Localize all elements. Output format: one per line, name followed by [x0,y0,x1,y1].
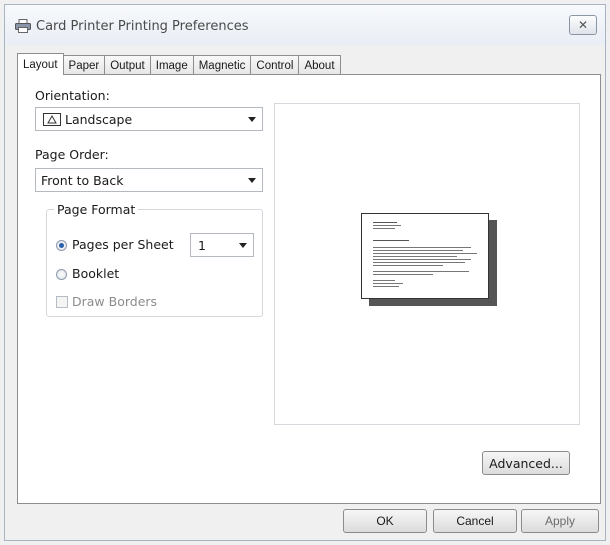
pages-per-sheet-select[interactable]: 1 [190,233,254,257]
pages-per-sheet-radio[interactable] [56,240,67,251]
orientation-select[interactable]: Landscape [35,107,263,131]
tab-strip: Layout Paper Output Image Magnetic Contr… [17,53,341,75]
close-button[interactable]: ✕ [569,15,597,35]
pages-per-sheet-value: 1 [198,238,206,253]
landscape-icon [43,113,61,126]
title-bar: Card Printer Printing Preferences ✕ [5,5,605,45]
page-preview [361,213,489,299]
tab-layout[interactable]: Layout [17,53,64,75]
advanced-button[interactable]: Advanced... [482,451,570,475]
tab-about[interactable]: About [299,55,341,75]
chevron-down-icon [248,178,256,183]
printer-icon [15,19,31,33]
pages-per-sheet-label[interactable]: Pages per Sheet [72,237,174,252]
cancel-button[interactable]: Cancel [433,509,517,533]
draw-borders-checkbox[interactable] [56,296,68,308]
page-format-title: Page Format [54,202,139,217]
window-title: Card Printer Printing Preferences [36,19,249,34]
tab-magnetic[interactable]: Magnetic [193,55,252,75]
orientation-label: Orientation: [35,88,110,103]
tab-output[interactable]: Output [105,55,151,75]
page-order-value: Front to Back [41,173,124,188]
close-icon: ✕ [577,18,589,32]
orientation-value: Landscape [65,112,133,127]
chevron-down-icon [239,243,247,248]
draw-borders-label: Draw Borders [72,294,158,309]
ok-button[interactable]: OK [343,509,427,533]
tab-paper[interactable]: Paper [63,55,106,75]
tab-control[interactable]: Control [251,55,300,75]
tab-image[interactable]: Image [150,55,194,75]
booklet-label[interactable]: Booklet [72,266,119,281]
apply-button[interactable]: Apply [521,509,599,533]
page-order-label: Page Order: [35,147,109,162]
booklet-radio[interactable] [56,269,67,280]
page-order-select[interactable]: Front to Back [35,168,263,192]
layout-panel: Orientation: Landscape Page Order: Front… [17,74,601,504]
printing-preferences-dialog: Card Printer Printing Preferences ✕ Layo… [4,4,606,541]
layout-preview [274,103,580,425]
chevron-down-icon [248,117,256,122]
